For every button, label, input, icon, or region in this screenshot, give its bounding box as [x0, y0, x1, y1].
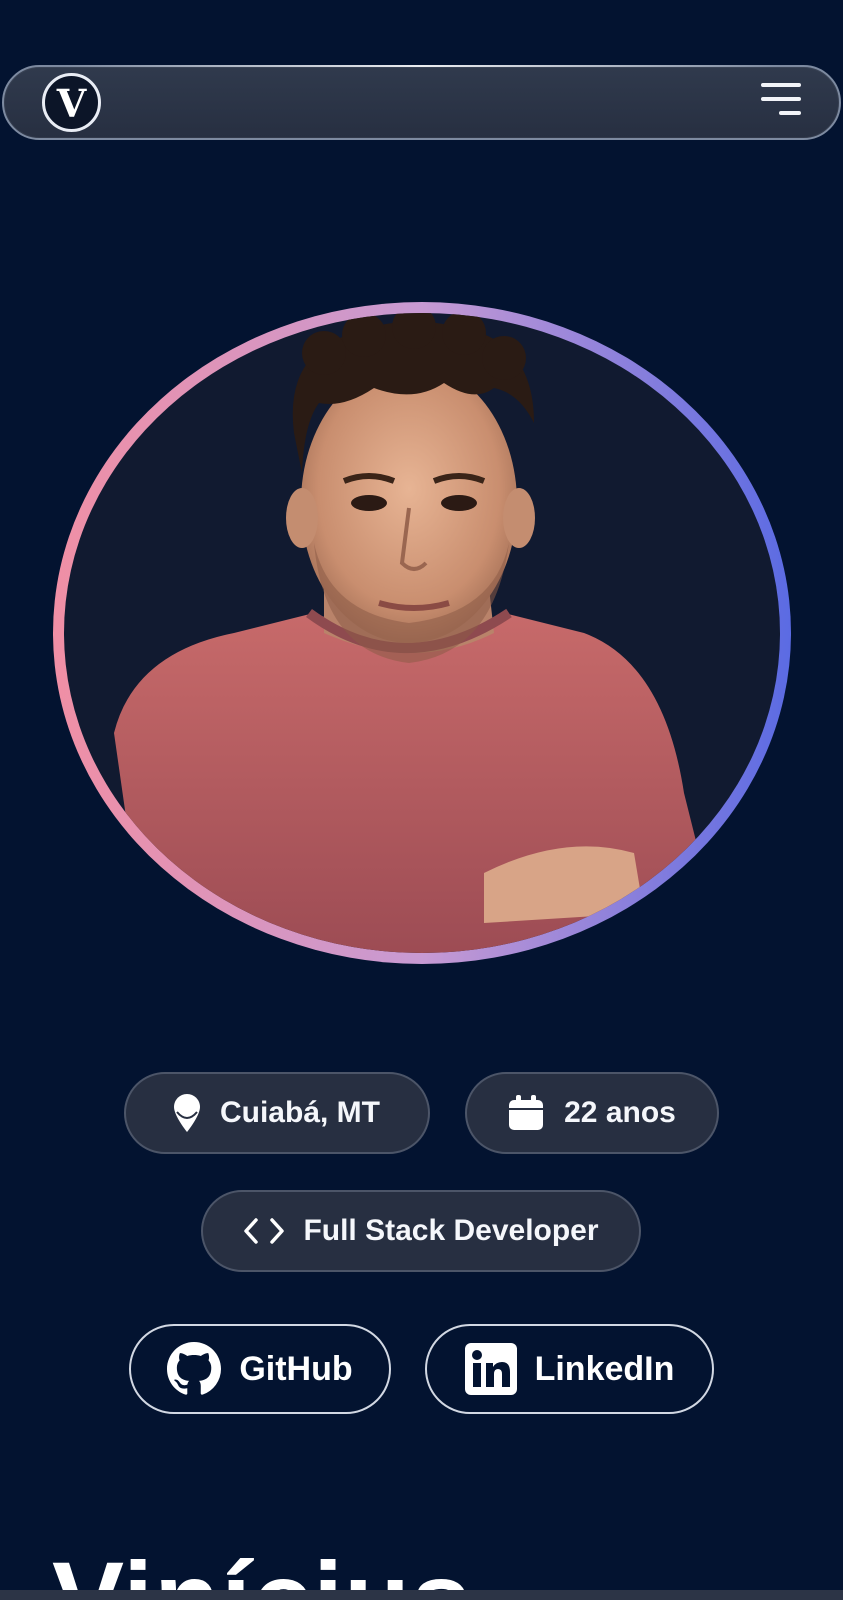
logo[interactable]: V: [42, 73, 101, 132]
linkedin-label: LinkedIn: [534, 1349, 675, 1388]
github-label: GitHub: [239, 1349, 353, 1388]
code-brackets-icon: [243, 1218, 285, 1244]
logo-letter: V: [56, 80, 87, 126]
age-text: 22 anos: [564, 1096, 676, 1129]
age-badge: 22 anos: [465, 1072, 719, 1154]
avatar: [64, 313, 780, 953]
bottom-bar: [0, 1590, 843, 1600]
calendar-icon: [508, 1095, 544, 1131]
github-button[interactable]: GitHub: [129, 1324, 391, 1414]
role-text: Full Stack Developer: [303, 1214, 599, 1247]
profile-photo: [114, 313, 704, 953]
github-icon: [167, 1342, 222, 1396]
linkedin-button[interactable]: LinkedIn: [425, 1324, 714, 1414]
location-text: Cuiabá, MT: [219, 1096, 380, 1129]
map-pin-icon: [173, 1094, 200, 1132]
location-badge: Cuiabá, MT: [124, 1072, 430, 1154]
hamburger-menu-icon[interactable]: [757, 81, 801, 121]
top-navbar: V: [2, 65, 841, 140]
avatar-ring: [53, 302, 791, 964]
role-badge: Full Stack Developer: [201, 1190, 641, 1272]
linkedin-icon: [464, 1343, 517, 1395]
